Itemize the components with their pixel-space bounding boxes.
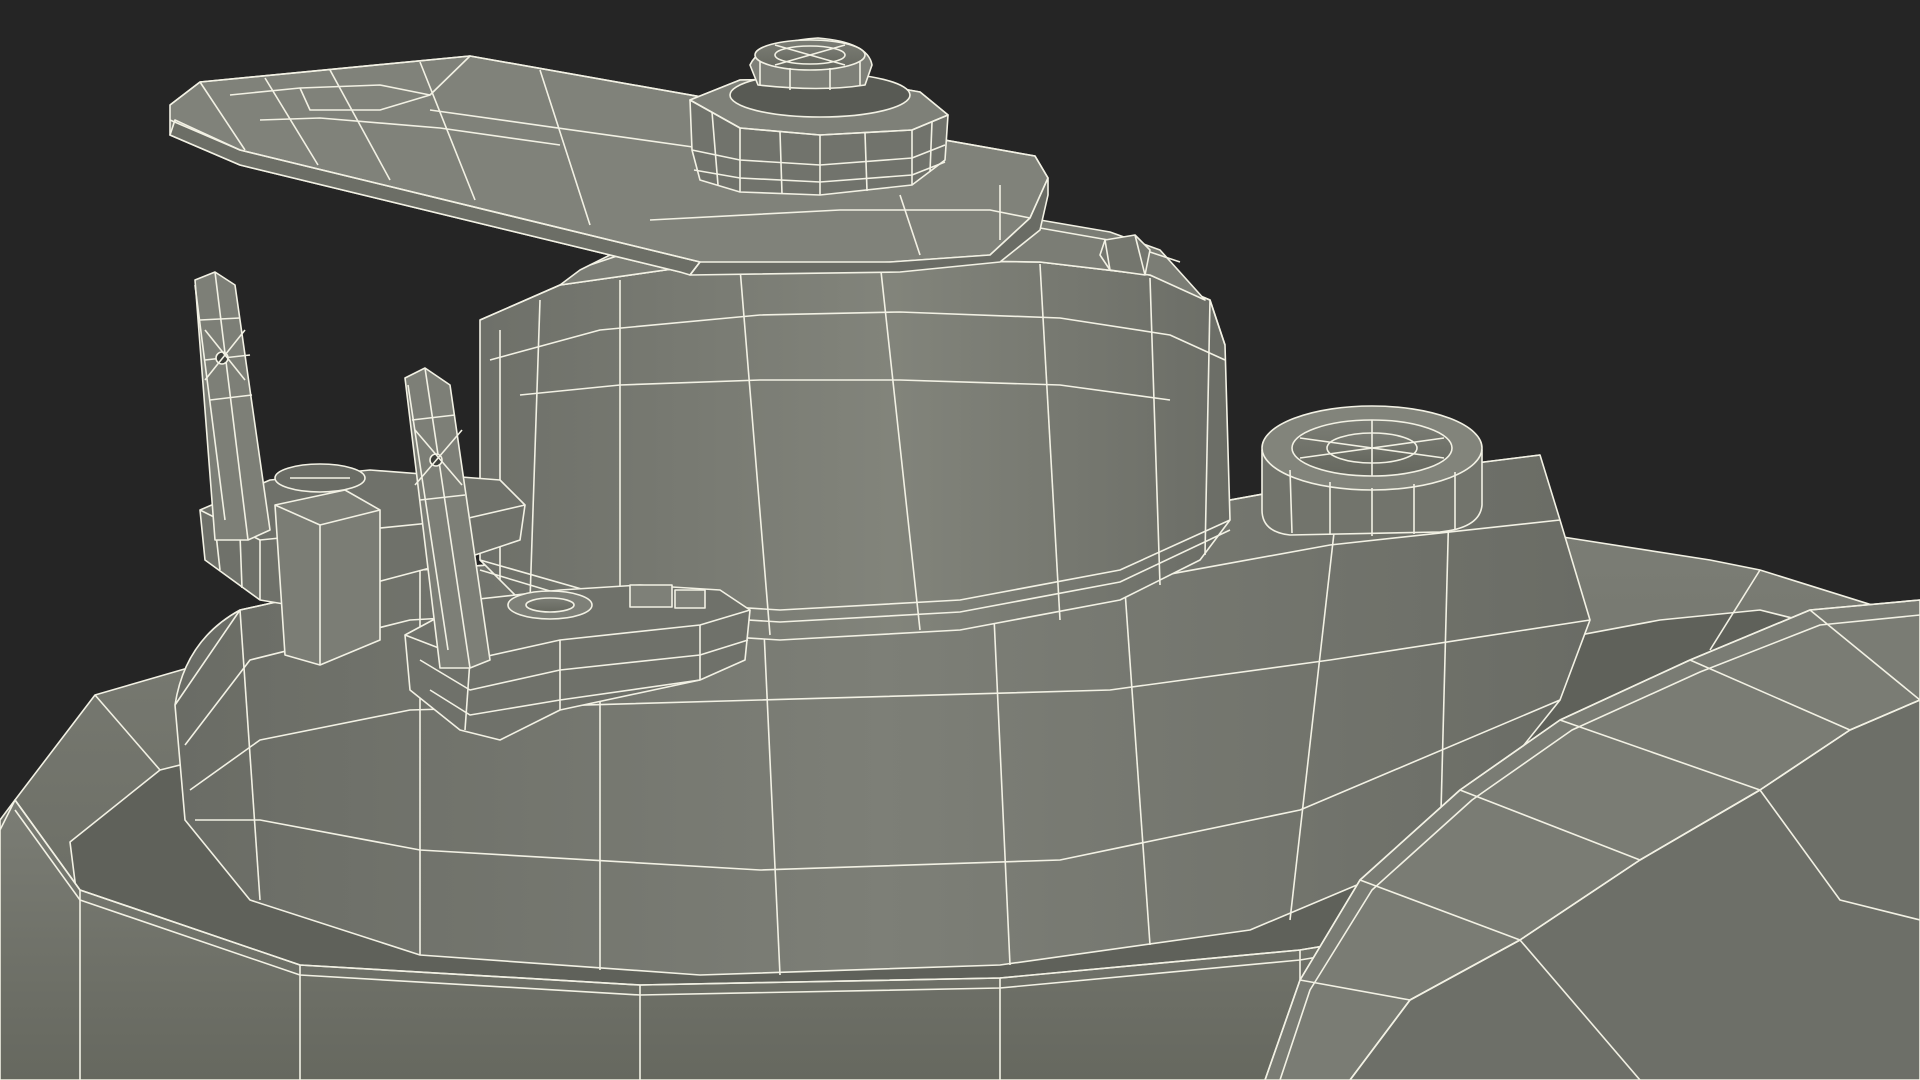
motor-housing-cap [479,214,1231,641]
dome-cap-top [749,37,873,90]
round-knob [1261,405,1483,536]
hex-nut [689,72,949,196]
wireframe-render [0,0,1920,1080]
